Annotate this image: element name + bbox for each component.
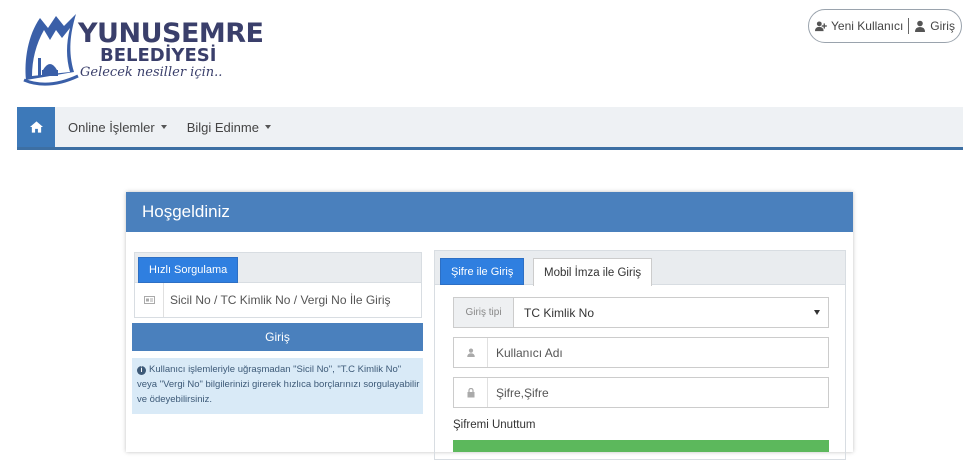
logo-slogan: Gelecek nesiller için.. [80, 65, 223, 80]
caret-down-icon [160, 125, 167, 129]
login-type-value: TC Kimlik No [524, 305, 595, 320]
nav-item-label: Online İşlemler [68, 119, 155, 135]
quick-login-button[interactable]: Giriş [132, 323, 423, 351]
home-icon [29, 121, 43, 133]
username-placeholder: Kullanıcı Adı [496, 345, 563, 360]
login-type-select[interactable]: Giriş tipi TC Kimlik No [453, 297, 829, 328]
user-icon [915, 20, 926, 32]
quick-query-placeholder: Sicil No / TC Kimlik No / Vergi No İle G… [163, 283, 391, 317]
login-tabs: Şifre ile Giriş Mobil İmza ile Giriş [435, 251, 845, 286]
tab-quick-query[interactable]: Hızlı Sorgulama [138, 257, 239, 283]
panel-title: Hoşgeldiniz [126, 192, 853, 232]
login-link[interactable]: Giriş [914, 19, 955, 33]
divider [908, 18, 910, 34]
info-icon: i [137, 366, 146, 375]
welcome-panel: Hoşgeldiniz Hızlı Sorgulama Sicil No / T… [126, 192, 853, 460]
tab-mobile-signature[interactable]: Mobil İmza ile Giriş [533, 258, 653, 286]
user-menu: Yeni Kullanıcı Giriş [808, 9, 962, 43]
login-type-label: Giriş tipi [454, 298, 514, 327]
lock-icon [454, 378, 488, 407]
info-alert: i Kullanıcı işlemleriyle uğraşmadan "Sici… [132, 358, 423, 414]
new-user-label: Yeni Kullanıcı [831, 19, 904, 33]
home-button[interactable] [17, 107, 55, 147]
quick-query-input[interactable]: Sicil No / TC Kimlik No / Vergi No İle G… [135, 283, 421, 317]
login-submit-button[interactable] [453, 440, 829, 452]
nav-online-islemler[interactable]: Online İşlemler [68, 120, 167, 135]
new-user-link[interactable]: Yeni Kullanıcı [815, 19, 903, 33]
id-card-icon [135, 296, 163, 304]
quick-query-tabs: Hızlı Sorgulama [135, 253, 421, 283]
login-box: Şifre ile Giriş Mobil İmza ile Giriş Gir… [434, 250, 846, 460]
main-nav: Online İşlemler Bilgi Edinme [17, 107, 963, 150]
add-user-icon [815, 21, 827, 32]
forgot-password-link[interactable]: Şifremi Unuttum [453, 419, 535, 431]
password-placeholder: Şifre,Şifre [496, 385, 549, 400]
nav-bilgi-edinme[interactable]: Bilgi Edinme [187, 120, 271, 135]
tab-password-login[interactable]: Şifre ile Giriş [440, 258, 525, 285]
login-label: Giriş [930, 19, 955, 33]
nav-item-label: Bilgi Edinme [186, 119, 259, 135]
user-icon [454, 338, 488, 367]
header: YUNUSEMRE BELEDİYESİ Gelecek nesiller iç… [0, 0, 980, 100]
municipality-logo[interactable]: YUNUSEMRE BELEDİYESİ Gelecek nesiller iç… [18, 10, 264, 90]
quick-query-box: Hızlı Sorgulama Sicil No / TC Kimlik No … [134, 252, 422, 318]
password-field[interactable]: Şifre,Şifre [453, 377, 829, 408]
logo-subtitle: BELEDİYESİ [100, 45, 217, 66]
username-field[interactable]: Kullanıcı Adı [453, 337, 829, 368]
info-text: Kullanıcı işlemleriyle uğraşmadan "Sicil… [137, 364, 420, 405]
dropdown-arrow-icon [814, 310, 820, 315]
caret-down-icon [264, 125, 271, 129]
